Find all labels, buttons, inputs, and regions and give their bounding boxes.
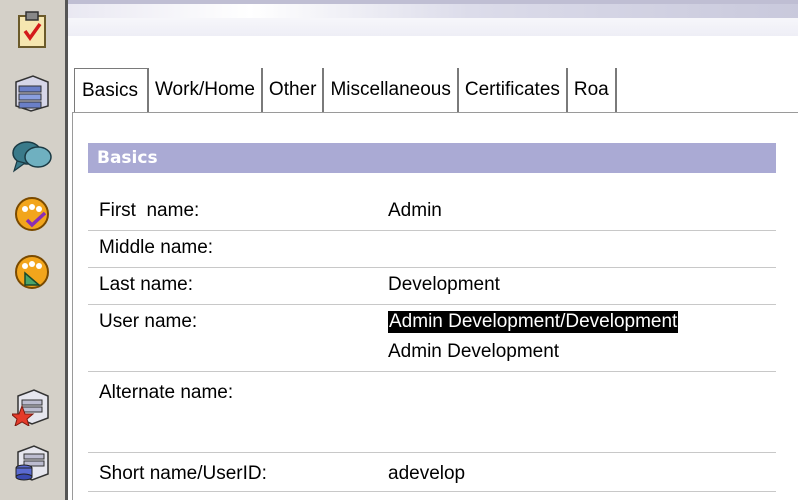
panel-left-border (72, 112, 73, 500)
tab-work-home[interactable]: Work/Home (149, 68, 263, 112)
user-name-value-secondary[interactable]: Admin Development (388, 341, 559, 363)
field-row-middle-name: Middle name: (88, 231, 776, 268)
header-top-strip (68, 0, 798, 4)
tab-basics[interactable]: Basics (74, 68, 149, 112)
field-row-first-name: First name: Admin (88, 194, 776, 231)
field-row-short-name: Short name/UserID: adevelop (88, 453, 776, 492)
drawer-star-icon[interactable] (10, 384, 54, 428)
clipboard-check-icon[interactable] (10, 8, 54, 52)
header-gradient-bar (68, 0, 798, 36)
tab-certificates[interactable]: Certificates (459, 68, 568, 112)
user-name-label: User name: (99, 311, 198, 332)
people-check-icon[interactable] (10, 192, 54, 236)
first-name-label: First name: (99, 200, 200, 221)
last-name-label: Last name: (99, 274, 193, 295)
tab-baseline (72, 112, 798, 113)
short-name-value[interactable]: adevelop (388, 463, 465, 485)
drawer-database-icon[interactable] (10, 440, 54, 484)
field-row-last-name: Last name: Development (88, 268, 776, 305)
people-ruler-icon[interactable] (10, 250, 54, 294)
tab-miscellaneous[interactable]: Miscellaneous (324, 68, 459, 112)
section-header-basics: Basics (88, 143, 776, 173)
tab-roaming[interactable]: Roa (568, 68, 617, 112)
chat-bubbles-icon[interactable] (10, 134, 54, 178)
tab-strip: Basics Work/Home Other Miscellaneous Cer… (74, 68, 798, 112)
field-row-user-name: User name: Admin Development/Development… (88, 305, 776, 372)
first-name-value[interactable]: Admin (388, 200, 442, 222)
left-icon-rail (0, 0, 68, 500)
tab-other[interactable]: Other (263, 68, 325, 112)
alternate-name-label: Alternate name: (99, 382, 234, 403)
user-name-value-selected[interactable]: Admin Development/Development (388, 311, 679, 333)
short-name-label: Short name/UserID: (99, 463, 267, 484)
middle-name-label: Middle name: (99, 237, 214, 258)
last-name-value[interactable]: Development (388, 274, 500, 296)
field-row-alternate-name: Alternate name: (88, 372, 776, 453)
drawer-stack-icon[interactable] (10, 70, 54, 114)
